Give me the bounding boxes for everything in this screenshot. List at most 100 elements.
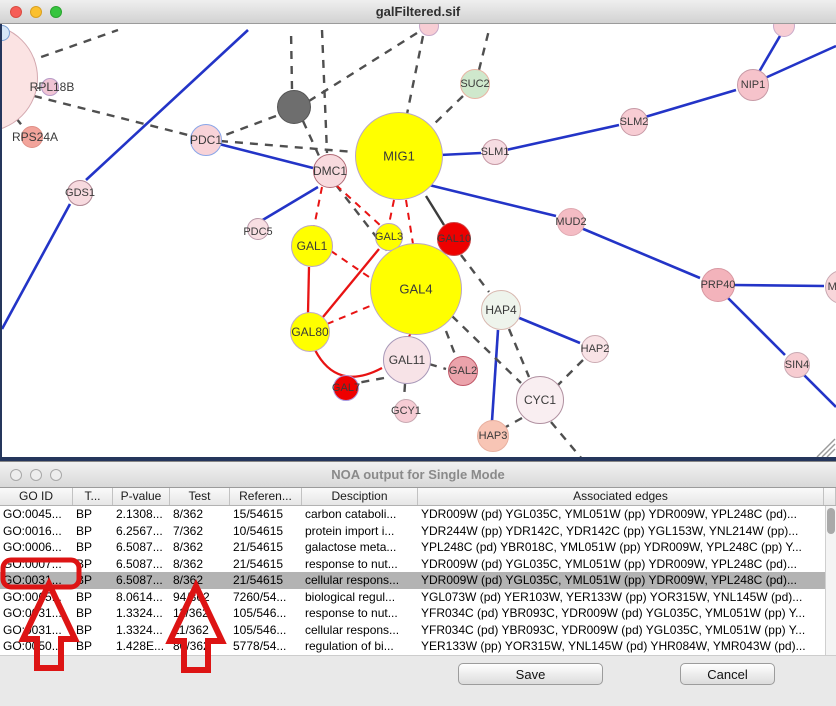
cell-type: BP <box>73 539 113 556</box>
save-button[interactable]: Save <box>458 663 603 685</box>
table-row-1[interactable]: GO:0016...BP6.2567...7/36210/54615protei… <box>0 523 836 540</box>
network-canvas[interactable]: RPL18BRPS24AGDS1PDC1MIG1DMC1SUC2SLM1SLM2… <box>0 24 836 461</box>
edge-blue <box>517 317 580 343</box>
vertical-scrollbar[interactable] <box>825 506 836 655</box>
edge-reddash <box>389 200 394 224</box>
node-PDC5[interactable] <box>247 218 269 240</box>
cell-edges: YDR244W (pp) YDR142C, YDR142C (pp) YGL15… <box>418 523 824 540</box>
node-CYC1[interactable] <box>516 376 564 424</box>
node-NIP1[interactable] <box>737 69 769 101</box>
edge-dashed <box>509 329 529 377</box>
cell-edges: YDR009W (pd) YGL035C, YML051W (pp) YDR00… <box>418 572 824 589</box>
edge-dashed <box>461 255 489 292</box>
edge-dashed <box>557 360 583 386</box>
node-GAL1[interactable] <box>291 225 333 267</box>
column-header-spacer <box>824 488 836 505</box>
node-HAP4[interactable] <box>481 290 521 330</box>
edge-blue <box>804 375 836 407</box>
node-RPS24A[interactable] <box>21 126 43 148</box>
column-header-t-[interactable]: T... <box>73 488 113 505</box>
cell-type: BP <box>73 506 113 523</box>
column-header-p-value[interactable]: P-value <box>113 488 170 505</box>
cell-p_value: 8.0614... <box>113 589 170 606</box>
cell-reference: 105/546... <box>230 622 302 639</box>
node-RPL18B[interactable] <box>41 78 59 96</box>
table-row-6[interactable]: GO:0031...BP1.3324...11/362105/546...res… <box>0 605 836 622</box>
node-gray-node[interactable] <box>277 90 311 124</box>
cell-go_id: GO:0031... <box>0 622 73 639</box>
node-SLM2[interactable] <box>620 108 648 136</box>
cell-test: 8/362 <box>170 506 230 523</box>
edge-blue <box>86 30 248 180</box>
cancel-button[interactable]: Cancel <box>680 663 775 685</box>
edge-dashed <box>407 36 423 114</box>
table-row-5[interactable]: GO:0065...BP8.0614...94/3627260/54...bio… <box>0 589 836 606</box>
cell-type: BP <box>73 622 113 639</box>
cell-type: BP <box>73 605 113 622</box>
column-header-referen-[interactable]: Referen... <box>230 488 302 505</box>
cell-test: 8/362 <box>170 539 230 556</box>
node-GAL10[interactable] <box>437 222 471 256</box>
table-row-3[interactable]: GO:0007...BP6.5087...8/36221/54615respon… <box>0 556 836 573</box>
edge-dashed <box>479 30 489 70</box>
node-SIN4[interactable] <box>784 352 810 378</box>
cell-edges: YDR009W (pd) YGL035C, YML051W (pp) YDR00… <box>418 556 824 573</box>
cell-description: galactose meta... <box>302 539 418 556</box>
cell-type: BP <box>73 572 113 589</box>
node-HAP2[interactable] <box>581 335 609 363</box>
cell-p_value: 6.2567... <box>113 523 170 540</box>
edge-dashed <box>429 364 446 369</box>
cell-reference: 15/54615 <box>230 506 302 523</box>
column-header-test[interactable]: Test <box>170 488 230 505</box>
node-MUD2[interactable] <box>557 208 585 236</box>
node-GAL11[interactable] <box>383 336 431 384</box>
cell-go_id: GO:0045... <box>0 506 73 523</box>
cell-reference: 105/546... <box>230 605 302 622</box>
node-SUC2[interactable] <box>460 69 490 99</box>
cell-go_id: GO:0006... <box>0 539 73 556</box>
cell-type: BP <box>73 523 113 540</box>
cell-reference: 5778/54... <box>230 638 302 655</box>
node-HAP3[interactable] <box>477 420 509 452</box>
cell-description: carbon cataboli... <box>302 506 418 523</box>
table-row-7[interactable]: GO:0031...BP1.3324...11/362105/546...cel… <box>0 622 836 639</box>
node-GCY1[interactable] <box>394 399 418 423</box>
node-GAL2[interactable] <box>448 356 478 386</box>
table-row-4[interactable]: GO:0031...BP6.5087...8/36221/54615cellul… <box>0 572 836 589</box>
cell-description: biological regul... <box>302 589 418 606</box>
table-row-2[interactable]: GO:0006...BP6.5087...8/36221/54615galact… <box>0 539 836 556</box>
table-row-8[interactable]: GO:0050...BP1.428E...80/3625778/54...reg… <box>0 638 836 655</box>
cell-test: 94/362 <box>170 589 230 606</box>
cell-go_id: GO:0031... <box>0 572 73 589</box>
node-DMC1[interactable] <box>313 154 347 188</box>
column-header-go-id[interactable]: GO ID <box>0 488 73 505</box>
edge-blue <box>733 285 824 286</box>
network-window-title: galFiltered.sif <box>0 0 836 23</box>
cell-edges: YDR009W (pd) YGL035C, YML051W (pp) YDR00… <box>418 506 824 523</box>
cell-p_value: 1.3324... <box>113 605 170 622</box>
edge-reddash <box>406 200 413 244</box>
column-header-associated-edges[interactable]: Associated edges <box>418 488 824 505</box>
edge-dashed <box>404 384 405 399</box>
cell-p_value: 6.5087... <box>113 556 170 573</box>
node-GDS1[interactable] <box>67 180 93 206</box>
node-PRP40[interactable] <box>701 268 735 302</box>
edge-grip <box>817 439 835 457</box>
column-header-desciption[interactable]: Desciption <box>302 488 418 505</box>
cell-test: 8/362 <box>170 572 230 589</box>
cell-description: cellular respons... <box>302 572 418 589</box>
edge-blue <box>261 187 318 221</box>
table-row-0[interactable]: GO:0045...BP2.1308...8/36215/54615carbon… <box>0 506 836 523</box>
edge-dashed <box>551 422 582 457</box>
node-MIG1[interactable] <box>355 112 443 200</box>
cell-edges: YPL248C (pd) YBR018C, YML051W (pp) YDR00… <box>418 539 824 556</box>
node-GAL80[interactable] <box>290 312 330 352</box>
cell-reference: 21/54615 <box>230 556 302 573</box>
edge-dashed <box>357 378 384 383</box>
cell-type: BP <box>73 589 113 606</box>
node-SLM1[interactable] <box>482 139 508 165</box>
scrollbar-thumb[interactable] <box>827 508 835 534</box>
node-GAL7[interactable] <box>333 375 359 401</box>
node-PDC1[interactable] <box>190 124 222 156</box>
node-GAL4[interactable] <box>370 243 462 335</box>
